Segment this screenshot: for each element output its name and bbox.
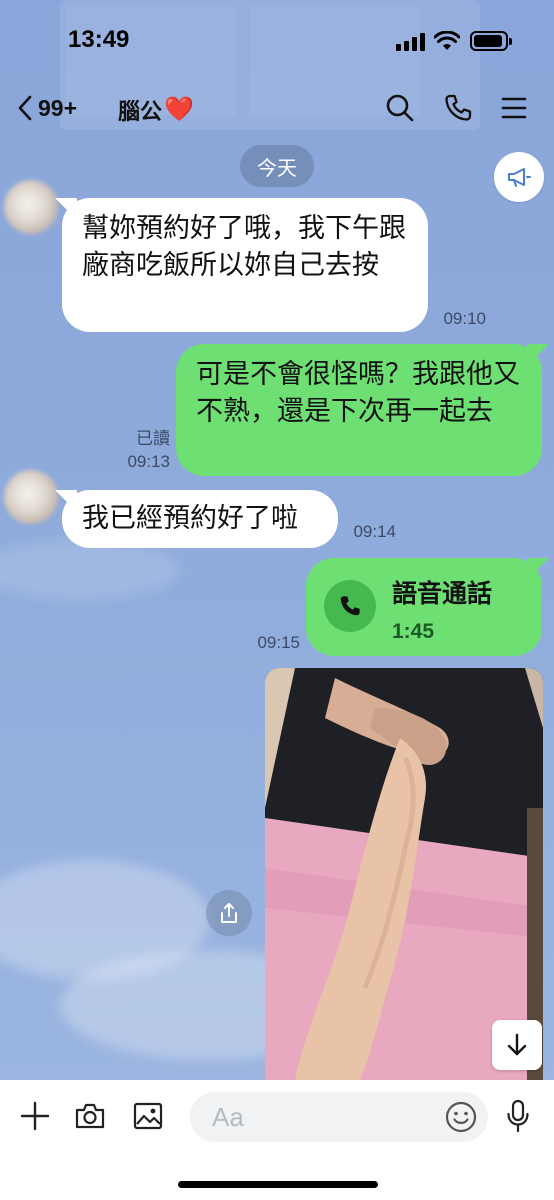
photo-image [265, 668, 543, 1080]
avatar[interactable] [4, 180, 58, 234]
home-indicator [178, 1181, 378, 1188]
search-icon [386, 94, 414, 122]
cellular-signal-icon [396, 33, 426, 51]
voice-call-icon [324, 580, 376, 632]
message-bubble-incoming[interactable]: 我已經預約好了啦 [62, 490, 338, 548]
voice-call-bubble[interactable]: 語音通話 1:45 [306, 558, 542, 656]
read-receipt: 已讀 [136, 429, 170, 448]
chat-title[interactable]: 腦公 ❤️ [118, 94, 194, 126]
message-text: 幫妳預約好了哦，我下午跟廠商吃飯所以妳自己去按 [82, 213, 406, 280]
announcement-button[interactable] [494, 152, 544, 202]
message-time: 09:15 [257, 633, 300, 652]
back-button[interactable]: 99+ [16, 90, 77, 126]
microphone-icon [507, 1099, 529, 1133]
gallery-button[interactable] [128, 1096, 168, 1136]
battery-icon [470, 31, 512, 51]
share-icon [221, 903, 237, 923]
message-text: 我已經預約好了啦 [82, 503, 298, 533]
date-divider: 今天 [240, 145, 314, 187]
voice-input-button[interactable] [498, 1096, 538, 1136]
voice-call-duration: 1:45 [392, 620, 435, 643]
search-button[interactable] [382, 90, 418, 126]
chat-title-text: 腦公 [118, 99, 163, 124]
image-icon [133, 1102, 163, 1130]
call-button[interactable] [440, 90, 476, 126]
heart-emoji: ❤️ [164, 96, 194, 123]
share-button[interactable] [206, 890, 252, 936]
camera-button[interactable] [70, 1096, 110, 1136]
emoji-icon[interactable] [444, 1100, 478, 1134]
unread-count: 99+ [38, 94, 78, 121]
photo-message[interactable] [265, 668, 543, 1080]
plus-icon [20, 1101, 50, 1131]
message-text: 可是不會很怪嗎？我跟他又不熟，還是下次再一起去 [196, 359, 520, 426]
add-button[interactable] [15, 1096, 55, 1136]
arrow-down-icon [507, 1033, 527, 1056]
phone-icon [340, 596, 360, 616]
menu-button[interactable] [496, 90, 532, 126]
message-bubble-outgoing[interactable]: 可是不會很怪嗎？我跟他又不熟，還是下次再一起去 [176, 344, 542, 476]
message-time: 09:13 [127, 452, 170, 471]
avatar[interactable] [4, 470, 58, 524]
camera-icon [75, 1103, 105, 1129]
message-time: 09:14 [353, 522, 396, 541]
message-time: 09:10 [443, 309, 486, 328]
chat-header: 99+ 腦公 ❤️ [0, 80, 554, 136]
voice-call-title: 語音通話 [392, 580, 493, 608]
status-bar: 13:49 [0, 0, 554, 80]
status-time: 13:49 [68, 26, 130, 53]
scroll-to-bottom-button[interactable] [492, 1020, 542, 1070]
hamburger-menu-icon [501, 97, 527, 119]
phone-icon [445, 94, 472, 121]
chevron-left-icon [18, 95, 32, 121]
wifi-icon [434, 31, 460, 50]
megaphone-icon [508, 168, 531, 187]
message-bubble-incoming[interactable]: 幫妳預約好了哦，我下午跟廠商吃飯所以妳自己去按 [62, 198, 428, 332]
